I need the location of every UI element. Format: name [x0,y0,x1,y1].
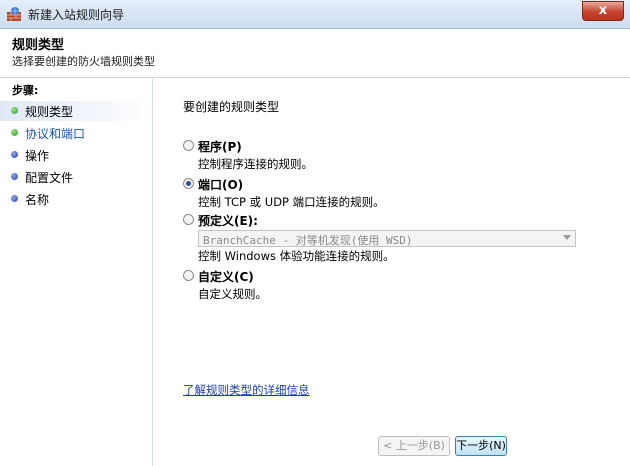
option-label[interactable]: 自定义(C) [198,268,254,285]
step-complete-icon [11,107,18,114]
steps-heading: 步骤: [12,84,39,97]
step-profile[interactable]: 配置文件 [0,167,152,187]
window-title: 新建入站规则向导 [28,8,125,22]
chevron-down-icon [563,235,571,240]
option-description: 控制程序连接的规则。 [198,157,313,171]
wizard-header: 规则类型 选择要创建的防火墙规则类型 [0,29,630,78]
step-rule-type[interactable]: 规则类型 [0,101,152,121]
title-bar: 新建入站规则向导 x [0,0,630,29]
step-label: 名称 [25,193,50,207]
option-description: 自定义规则。 [198,287,267,301]
step-label: 协议和端口 [25,127,86,141]
step-label: 操作 [25,149,50,163]
option-label[interactable]: 端口(O) [198,176,243,193]
step-label: 规则类型 [25,105,74,119]
page-title: 规则类型 [12,38,65,53]
main-content: 要创建的规则类型 程序(P) 控制程序连接的规则。 端口(O) 控制 TCP 或… [153,78,630,466]
step-pending-icon [11,173,18,180]
back-button[interactable]: < 上一步(B) [378,436,450,456]
program-radio[interactable] [183,140,194,151]
option-description: 控制 Windows 体验功能连接的规则。 [198,249,395,263]
step-protocol-ports[interactable]: 协议和端口 [0,123,152,143]
custom-radio[interactable] [183,270,194,281]
option-label[interactable]: 预定义(E): [198,212,258,229]
step-pending-icon [11,195,18,202]
option-description: 控制 TCP 或 UDP 端口连接的规则。 [198,195,385,209]
port-radio[interactable] [183,178,194,189]
option-label[interactable]: 程序(P) [198,138,242,155]
close-icon: x [598,3,608,18]
step-label: 配置文件 [25,171,74,185]
step-name[interactable]: 名称 [0,189,152,209]
page-subtitle: 选择要创建的防火墙规则类型 [12,55,155,68]
step-action[interactable]: 操作 [0,145,152,165]
next-button[interactable]: 下一步(N) [455,436,507,456]
firewall-icon [7,7,21,21]
close-button[interactable]: x [582,1,624,21]
step-pending-icon [11,151,18,158]
predefined-select-value: BranchCache - 对等机发现(使用 WSD) [203,234,413,247]
predefined-select: BranchCache - 对等机发现(使用 WSD) [198,230,576,247]
rule-type-question: 要创建的规则类型 [183,100,280,114]
step-complete-icon [11,129,18,136]
steps-sidebar: 步骤: 规则类型 协议和端口 操作 配置文件 名称 [0,78,153,466]
learn-more-link[interactable]: 了解规则类型的详细信息 [183,382,310,398]
predefined-radio[interactable] [183,214,194,225]
